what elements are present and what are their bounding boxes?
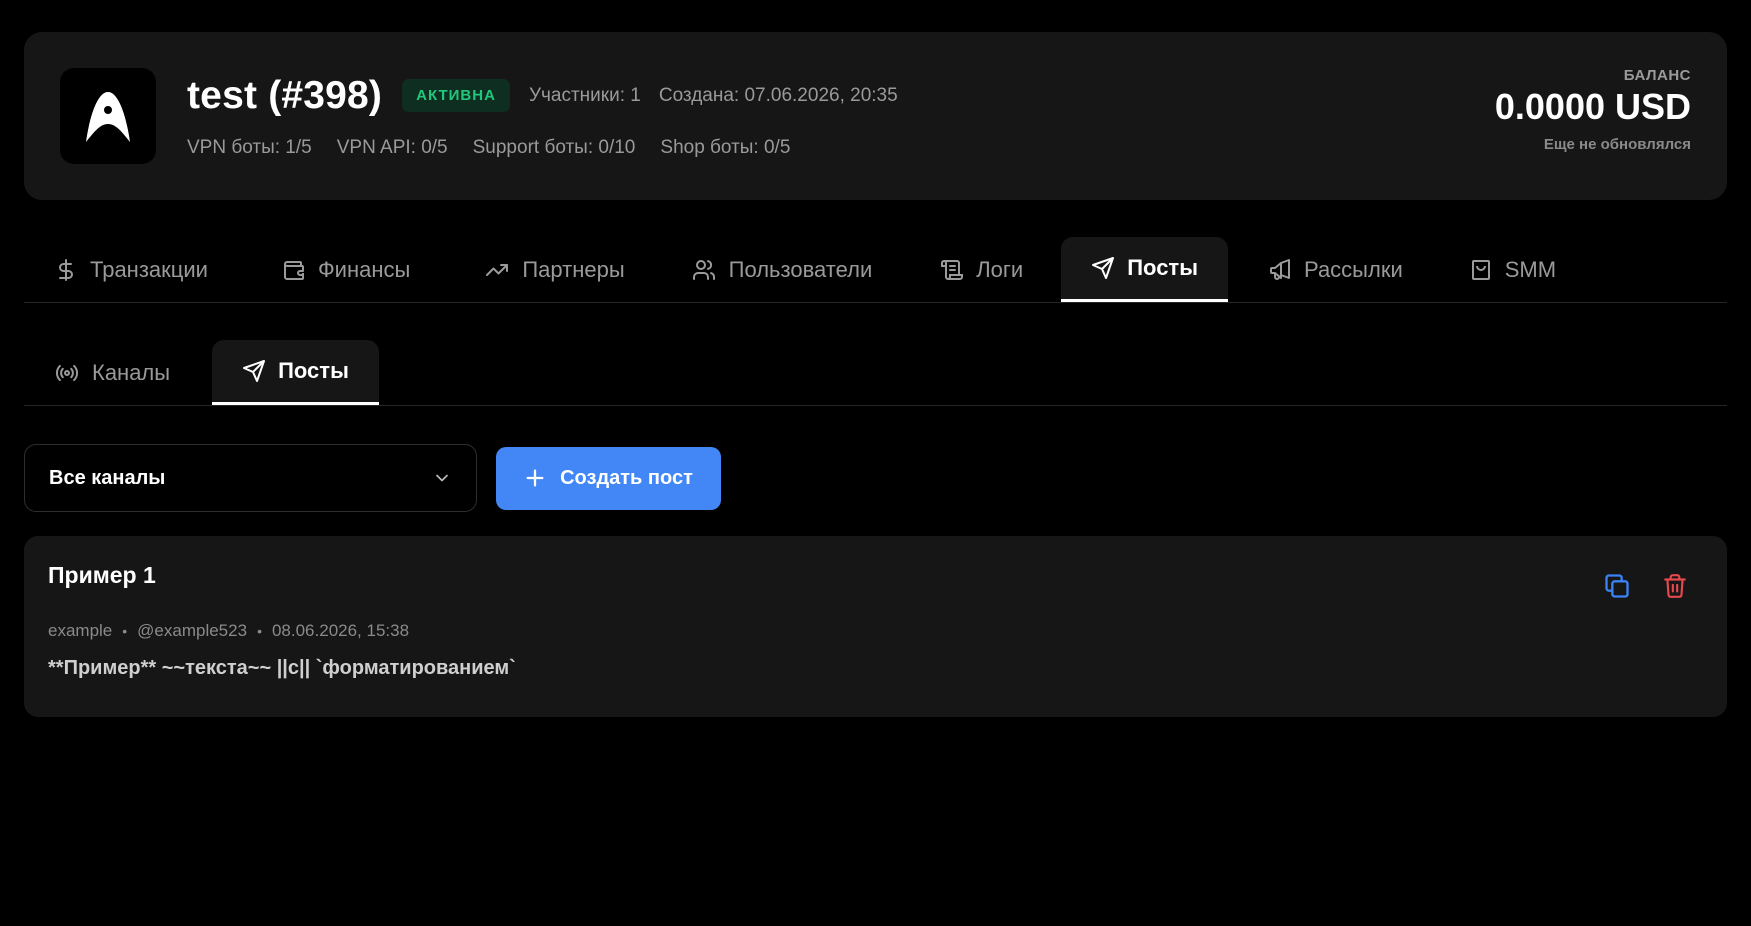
- created-date: Создана: 07.06.2026, 20:35: [658, 84, 898, 106]
- post-actions: [1575, 570, 1691, 602]
- post-meta: example • @example523 • 08.06.2026, 15:3…: [48, 621, 1703, 641]
- scroll-icon: [941, 259, 964, 280]
- subtab-posts[interactable]: Посты: [212, 340, 379, 405]
- tab-smm[interactable]: SMM: [1439, 237, 1576, 302]
- subtab-channels[interactable]: Каналы: [24, 340, 212, 405]
- subtab-label: Каналы: [92, 359, 171, 385]
- post-date: 08.06.2026, 15:38: [271, 621, 410, 640]
- tab-label: SMM: [1504, 256, 1557, 282]
- project-info: test (#398) АКТИВНА Участники: 1 Создана…: [187, 74, 898, 159]
- separator-dot: •: [122, 623, 128, 639]
- create-post-button[interactable]: Создать пост: [496, 446, 721, 510]
- balance-note: Еще не обновлялся: [1543, 136, 1691, 153]
- tab-label: Пользователи: [728, 256, 873, 282]
- tab-label: Рассылки: [1304, 256, 1403, 282]
- post-channel: example: [48, 621, 113, 640]
- tab-logs[interactable]: Логи: [910, 237, 1061, 302]
- balance-block: БАЛАНС 0.0000 USD Еще не обновлялся: [1495, 67, 1691, 153]
- tab-posts[interactable]: Посты: [1061, 237, 1228, 302]
- channel-select[interactable]: Все каналы: [24, 444, 477, 512]
- post-title: Пример 1: [48, 562, 156, 588]
- copy-icon: [1605, 574, 1629, 598]
- participants-count: Участники: 1: [528, 84, 641, 106]
- megaphone-icon: [1270, 258, 1290, 280]
- logo-icon: [86, 92, 130, 142]
- delete-button[interactable]: [1659, 570, 1691, 602]
- shopping-bag-icon: [1471, 259, 1490, 280]
- channel-select-value: Все каналы: [49, 466, 166, 489]
- post-body: **Пример** ~~текста~~ ||с|| `форматирова…: [48, 657, 516, 679]
- main-tabs: Транзакции Финансы Партнеры Пользователи…: [24, 237, 1727, 303]
- send-icon: [243, 360, 266, 382]
- copy-button[interactable]: [1601, 570, 1633, 602]
- tab-transactions[interactable]: Транзакции: [24, 237, 244, 302]
- tab-label: Транзакции: [90, 256, 208, 282]
- tab-label: Посты: [1127, 255, 1198, 280]
- sub-tabs: Каналы Посты: [24, 340, 1727, 406]
- separator-dot: •: [257, 623, 262, 639]
- project-logo: [60, 68, 156, 164]
- post-username: @example523: [137, 621, 248, 640]
- chevron-down-icon: [436, 474, 448, 482]
- tab-finance[interactable]: Финансы: [244, 237, 446, 302]
- dollar-icon: [59, 258, 73, 281]
- tab-mailings[interactable]: Рассылки: [1228, 237, 1439, 302]
- status-badge: АКТИВНА: [402, 79, 510, 112]
- users-icon: [692, 259, 715, 280]
- limit-vpn-bots: VPN боты: 1/5: [187, 136, 312, 158]
- project-header-card: test (#398) АКТИВНА Участники: 1 Создана…: [24, 32, 1727, 200]
- balance-label: БАЛАНС: [1623, 67, 1691, 84]
- plus-icon: [526, 469, 544, 487]
- controls-row: Все каналы Создать пост: [24, 444, 1727, 512]
- project-title: test (#398): [187, 73, 383, 117]
- limit-support-bots: Support боты: 0/10: [472, 136, 636, 158]
- trash-icon: [1664, 574, 1686, 598]
- create-post-label: Создать пост: [560, 466, 693, 489]
- tab-label: Партнеры: [522, 256, 625, 282]
- tab-users[interactable]: Пользователи: [663, 237, 911, 302]
- tab-partners[interactable]: Партнеры: [446, 237, 662, 302]
- subtab-label: Посты: [278, 358, 349, 383]
- title-row: test (#398) АКТИВНА Участники: 1 Создана…: [187, 74, 898, 118]
- radio-icon: [55, 364, 79, 381]
- trending-up-icon: [486, 263, 509, 276]
- send-icon: [1092, 257, 1115, 279]
- balance-value: 0.0000 USD: [1494, 86, 1691, 127]
- post-card: Пример 1 example • @example523 • 08.06.2…: [24, 536, 1727, 717]
- tab-label: Финансы: [317, 256, 411, 282]
- tab-label: Логи: [976, 256, 1024, 282]
- wallet-icon: [283, 260, 304, 280]
- page: test (#398) АКТИВНА Участники: 1 Создана…: [0, 0, 1751, 926]
- limit-shop-bots: Shop боты: 0/5: [660, 136, 791, 158]
- limit-vpn-api: VPN API: 0/5: [336, 136, 448, 158]
- bot-limits: VPN боты: 1/5 VPN API: 0/5 Support боты:…: [187, 137, 898, 159]
